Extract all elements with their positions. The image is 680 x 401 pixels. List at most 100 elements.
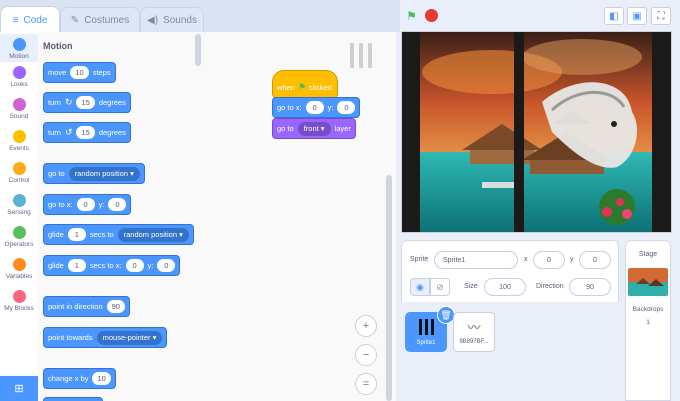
stop-button[interactable] (425, 9, 438, 22)
sprite-thumb-2[interactable]: 〰 9B897BF... (453, 312, 495, 352)
block-input[interactable]: 0 (76, 198, 95, 211)
block-dropdown[interactable]: random position ▾ (68, 166, 140, 181)
y-input[interactable]: 0 (579, 251, 611, 269)
sprite-name-input[interactable]: Sprite1 (434, 251, 518, 269)
block-point-in-direction[interactable]: point in direction 90 (43, 296, 130, 317)
variables-dot-icon (12, 258, 26, 271)
zoom-out-button[interactable]: − (355, 344, 377, 366)
block-turn-left[interactable]: turn ↺ 15 degrees (43, 122, 131, 143)
category-sensing[interactable]: Sensing (0, 194, 38, 216)
x-input[interactable]: 0 (533, 251, 565, 269)
y-label: y (570, 256, 574, 263)
show-sprite-button[interactable]: ◉ (410, 278, 430, 296)
script-go-to-xy[interactable]: go to x: 0 y: 0 (272, 97, 361, 118)
category-control[interactable]: Control (0, 162, 38, 184)
block-input[interactable]: 0 (157, 259, 176, 272)
block-input[interactable]: 15 (76, 126, 95, 139)
size-input[interactable]: 100 (484, 278, 526, 296)
category-events[interactable]: Events (0, 130, 38, 152)
caret-down-icon: ▾ (152, 332, 157, 342)
block-text: point in direction (48, 302, 103, 311)
stage-scene (402, 32, 671, 232)
block-input[interactable]: 0 (125, 259, 144, 272)
block-input[interactable]: 0 (305, 101, 324, 114)
block-go-to[interactable]: go to random position ▾ (43, 163, 145, 184)
category-operators[interactable]: Operators (0, 226, 38, 248)
large-stage-icon: ▣ (632, 10, 642, 22)
sprite-thumb-label: Sprite1 (416, 340, 436, 346)
block-text: y: (98, 200, 105, 209)
block-input[interactable]: 15 (76, 96, 95, 109)
tab-code[interactable]: ≡ Code (0, 6, 60, 33)
category-looks[interactable]: Looks (0, 66, 38, 88)
category-sound[interactable]: Sound (0, 98, 38, 120)
tab-sounds[interactable]: ◀) Sounds (140, 7, 204, 32)
code-scrollbar[interactable] (386, 175, 392, 401)
tab-sounds-label: Sounds (163, 14, 197, 26)
direction-input[interactable]: 90 (569, 278, 611, 296)
large-stage-button[interactable]: ▣ (627, 7, 647, 25)
add-extension-button[interactable]: ⊞ (0, 376, 38, 401)
block-point-towards[interactable]: point towards mouse-pointer ▾ (43, 327, 168, 348)
category-label: Variables (5, 273, 33, 280)
block-dropdown[interactable]: mouse-pointer ▾ (96, 330, 163, 345)
category-my-blocks[interactable]: My Blocks (0, 290, 38, 312)
block-input[interactable]: 0 (337, 101, 356, 114)
caret-down-icon: ▾ (179, 229, 183, 239)
rotate-right-icon: ↻ (64, 97, 73, 107)
sound-dot-icon (12, 98, 26, 111)
zoom-in-button[interactable]: + (355, 315, 377, 337)
block-input[interactable]: 1 (67, 259, 86, 272)
dropdown-value: front (303, 123, 319, 133)
palette-section-title: Motion (43, 41, 73, 51)
stage-canvas[interactable] (401, 31, 672, 233)
eye-icon: ◉ (416, 281, 424, 292)
stage-title: Stage (638, 251, 658, 258)
category-label: Motion (9, 53, 29, 60)
tab-costumes[interactable]: ✎ Costumes (60, 7, 140, 32)
block-dropdown[interactable]: random position ▾ (117, 227, 189, 242)
block-text: secs to (89, 230, 114, 239)
category-motion[interactable]: Motion (0, 34, 38, 62)
script-go-to-layer[interactable]: go to front ▾ layer (272, 118, 356, 139)
block-turn-right[interactable]: turn ↻ 15 degrees (43, 92, 131, 113)
motion-dot-icon (12, 38, 26, 51)
category-label: Sensing (7, 209, 31, 216)
green-flag-button[interactable]: ⚑ (403, 7, 420, 24)
block-text: secs to x: (89, 261, 122, 270)
category-label: My Blocks (4, 305, 34, 312)
zoom-in-icon: + (362, 320, 370, 332)
stage-target-panel[interactable]: Stage Backdrops 1 (625, 240, 671, 401)
block-go-to-xy[interactable]: go to x: 0 y: 0 (43, 194, 132, 215)
block-input[interactable]: 10 (92, 372, 111, 385)
block-input[interactable]: 10 (70, 66, 89, 79)
block-input[interactable]: 90 (106, 300, 125, 313)
block-glide-xy[interactable]: glide 1 secs to x: 0 y: 0 (43, 255, 181, 276)
palette-scrollbar[interactable] (195, 34, 201, 66)
block-when-flag-clicked[interactable]: when ⚑ clicked (272, 70, 338, 98)
block-partial[interactable] (43, 397, 103, 401)
category-label: Sound (9, 113, 29, 120)
zoom-reset-icon: = (362, 378, 370, 390)
eye-slash-icon: ⊘ (436, 281, 444, 292)
small-stage-button[interactable]: ◧ (604, 7, 624, 25)
events-dot-icon (12, 130, 26, 143)
block-glide[interactable]: glide 1 secs to random position ▾ (43, 224, 194, 245)
block-move-steps[interactable]: move 10 steps (43, 62, 116, 83)
block-text: degrees (98, 128, 126, 137)
hide-sprite-button[interactable]: ⊘ (430, 278, 450, 296)
block-input[interactable]: 0 (108, 198, 127, 211)
tab-costumes-label: Costumes (84, 14, 130, 26)
rotate-left-icon: ↺ (64, 127, 73, 137)
zoom-reset-button[interactable]: = (355, 373, 377, 395)
block-change-x[interactable]: change x by 10 (43, 368, 116, 389)
block-text: go to (48, 169, 65, 178)
block-input[interactable]: 1 (67, 228, 86, 241)
operators-dot-icon (12, 226, 26, 239)
direction-label: Direction (536, 283, 564, 290)
block-dropdown[interactable]: front ▾ (297, 121, 331, 136)
block-text: degrees (98, 98, 126, 107)
sensing-dot-icon (12, 194, 26, 207)
fullscreen-button[interactable]: ⛶ (651, 7, 671, 25)
category-variables[interactable]: Variables (0, 258, 38, 280)
